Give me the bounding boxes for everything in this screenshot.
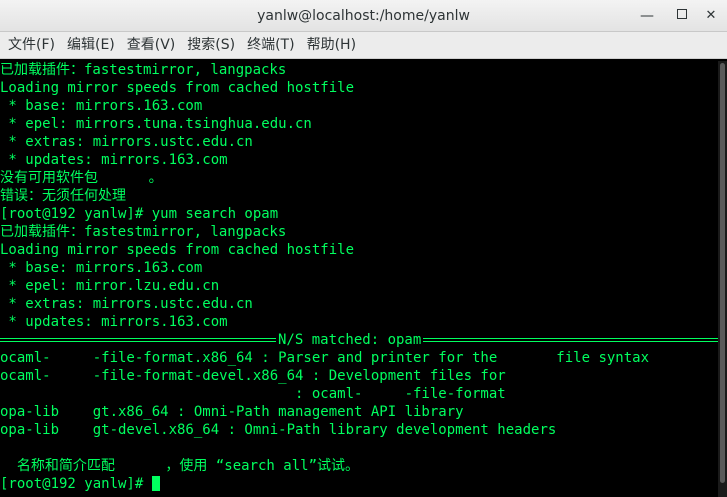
separator-label: N/S matched: opam — [276, 331, 424, 349]
minimize-icon[interactable]: — — [637, 6, 657, 26]
terminal-line: * epel: mirrors.tuna.tsinghua.edu.cn — [0, 116, 312, 132]
terminal-line: * base: mirrors.163.com — [0, 260, 203, 276]
terminal-line: 错误：无须任何处理 — [0, 188, 126, 204]
terminal-line: Loading mirror speeds from cached hostfi… — [0, 80, 355, 96]
search-result-line — [0, 439, 718, 457]
terminal-line: [root@192 yanlw]# yum search opam — [0, 206, 279, 222]
menu-bar: 文件(F) 编辑(E) 查看(V) 搜索(S) 终端(T) 帮助(H) — [0, 32, 727, 59]
shell-prompt: [root@192 yanlw]# — [0, 476, 152, 492]
terminal-line: * extras: mirrors.ustc.edu.cn — [0, 296, 253, 312]
menu-help[interactable]: 帮助(H) — [301, 32, 362, 59]
search-separator: N/S matched: opam — [0, 331, 718, 349]
maximize-icon[interactable] — [672, 6, 692, 26]
prompt-line[interactable]: [root@192 yanlw]# — [0, 475, 718, 493]
search-result-line: opa-lib gt.x86_64 : Omni-Path management… — [0, 404, 464, 420]
terminal-line: * epel: mirror.lzu.edu.cn — [0, 278, 220, 294]
terminal-output[interactable]: 已加载插件：fastestmirror, langpacks Loading m… — [0, 61, 718, 497]
search-result-line: ocaml- -file-format-devel.x86_64 : Devel… — [0, 368, 506, 384]
menu-view[interactable]: 查看(V) — [121, 32, 182, 59]
terminal-line: 没有可用软件包 。 — [0, 170, 163, 186]
terminal-window: yanlw@localhost:/home/yanlw — ✕ 文件(F) 编辑… — [0, 0, 727, 497]
scrollbar-thumb[interactable] — [720, 63, 725, 483]
terminal-line: 已加载插件：fastestmirror, langpacks — [0, 224, 287, 240]
search-result-line: : ocaml- -file-format — [0, 386, 506, 402]
window-title: yanlw@localhost:/home/yanlw — [257, 8, 470, 24]
menu-file[interactable]: 文件(F) — [2, 32, 61, 59]
scrollbar[interactable] — [718, 61, 727, 497]
menu-edit[interactable]: 编辑(E) — [61, 32, 121, 59]
terminal-line: * updates: mirrors.163.com — [0, 314, 228, 330]
search-result-line: ocaml- -file-format.x86_64 : Parser and … — [0, 350, 650, 366]
terminal-line: * base: mirrors.163.com — [0, 98, 203, 114]
close-icon[interactable]: ✕ — [701, 6, 721, 26]
title-bar[interactable]: yanlw@localhost:/home/yanlw — ✕ — [0, 0, 727, 32]
terminal-line: * extras: mirrors.ustc.edu.cn — [0, 134, 253, 150]
text-cursor — [151, 476, 160, 491]
search-result-line: opa-lib gt-devel.x86_64 : Omni-Path libr… — [0, 422, 557, 438]
menu-search[interactable]: 搜索(S) — [181, 32, 241, 59]
terminal-line: Loading mirror speeds from cached hostfi… — [0, 242, 355, 258]
search-result-line: 名称和简介匹配 ，使用 “search all”试试。 — [0, 458, 360, 474]
terminal-line: 已加载插件：fastestmirror, langpacks — [0, 62, 287, 78]
menu-terminal[interactable]: 终端(T) — [241, 32, 300, 59]
terminal-line: * updates: mirrors.163.com — [0, 152, 228, 168]
